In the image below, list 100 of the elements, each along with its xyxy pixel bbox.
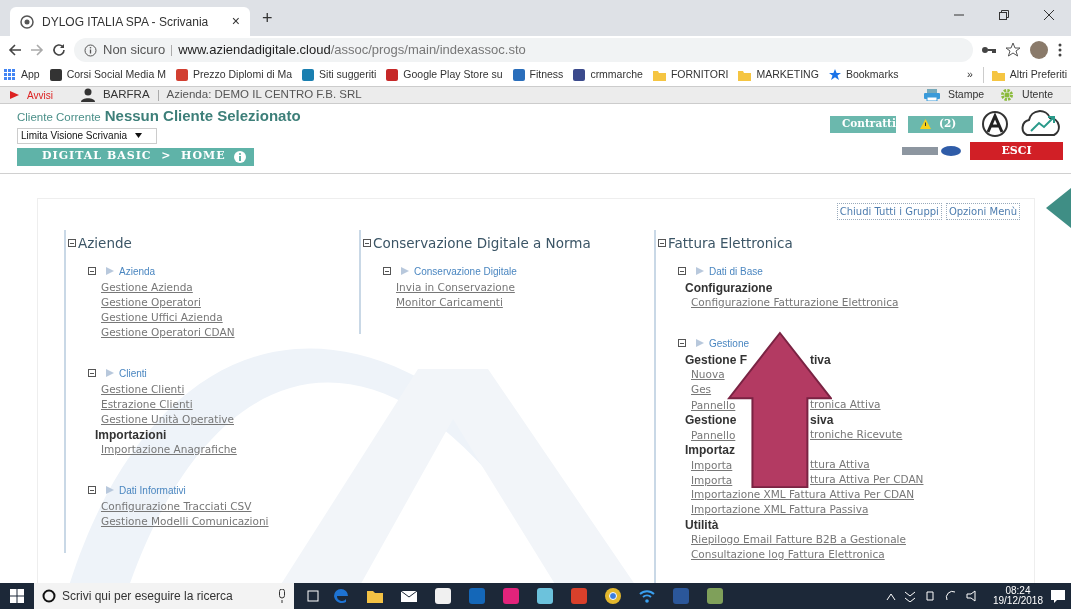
menu-link[interactable]: Configurazione Tracciati CSV [101, 498, 252, 515]
bookmark-item[interactable]: Bookmarks [828, 67, 899, 83]
group-title[interactable]: Conservazione Digitale a Norma [373, 232, 591, 254]
bookmark-item[interactable]: Siti suggeriti [302, 67, 377, 83]
menu-link[interactable]: Pannello [691, 398, 736, 411]
collapse-toggle-icon[interactable] [88, 267, 96, 275]
menu-heading: Gestione F [685, 352, 747, 367]
app-icon[interactable] [604, 587, 622, 605]
collapse-toggle-icon[interactable] [68, 239, 76, 247]
section-title[interactable]: Clienti [106, 365, 147, 381]
notification-icon[interactable] [1051, 589, 1065, 603]
menu-heading: Gestione [685, 412, 737, 427]
menu-link[interactable]: tronica Attiva [810, 396, 881, 413]
back-icon[interactable] [8, 43, 22, 57]
client-value: Nessun Cliente Selezionato [104, 106, 301, 126]
key-icon[interactable] [981, 44, 997, 56]
menu-link[interactable]: Importazione Anagrafiche [101, 441, 237, 458]
star-icon[interactable] [1005, 42, 1021, 58]
section-title[interactable]: Dati Informativi [106, 482, 186, 498]
clock-time[interactable]: 08:24 [1005, 585, 1031, 596]
menu-link[interactable]: Gestione Unità Operative [101, 411, 234, 428]
side-toggle-icon[interactable] [1046, 188, 1071, 228]
bookmark-item[interactable]: crmmarche [573, 67, 643, 83]
collapse-toggle-icon[interactable] [658, 239, 666, 247]
taskbar-search-field[interactable]: Scrivi qui per eseguire la ricerca [34, 583, 294, 609]
exit-button[interactable]: ESCI [970, 142, 1063, 160]
windows-start-icon[interactable] [10, 589, 24, 603]
menu-link[interactable]: Importa [691, 473, 733, 486]
menu-link[interactable]: Gestione Clienti [101, 381, 185, 398]
menu-link[interactable]: Monitor Caricamenti [396, 294, 503, 311]
bookmark-item[interactable]: Corsi Social Media M [49, 67, 166, 83]
bookmark-item[interactable]: FORNITORI [652, 67, 729, 83]
avatar-icon[interactable] [1029, 40, 1049, 60]
alerts-link[interactable]: Avvisi [27, 87, 53, 103]
menu-link[interactable]: Importazione XML Fattura Passiva [691, 501, 869, 518]
user-menu-link[interactable]: Utente [1022, 87, 1053, 103]
menu-link[interactable]: Riepilogo Email Fatture B2B a Gestionale [691, 531, 906, 548]
tab-close-button[interactable]: × [231, 11, 240, 32]
menu-link[interactable]: ttura Attiva Per CDAN [810, 471, 924, 488]
menu-link[interactable]: troniche Ricevute [810, 426, 903, 443]
menu-link[interactable]: Ges [691, 381, 712, 398]
bookmark-item[interactable]: Fitness [512, 67, 564, 83]
filter-dropdown[interactable]: Limita Visione Scrivania [17, 127, 157, 144]
menu-link[interactable]: Nuova [691, 366, 725, 383]
group-title[interactable]: Fattura Elettronica [668, 232, 793, 254]
print-link[interactable]: Stampe [947, 87, 985, 103]
collapse-toggle-icon[interactable] [383, 267, 391, 275]
warning-icon [920, 119, 931, 129]
wifi-icon[interactable] [638, 587, 656, 605]
section-title[interactable]: Azienda [106, 263, 156, 279]
section-title[interactable]: Conservazione Digitale [401, 263, 517, 279]
menu-link[interactable]: Pannello [691, 428, 736, 441]
bookmark-item[interactable]: App [4, 67, 40, 83]
menu-heading: Utilità [685, 516, 719, 534]
bookmark-item[interactable]: Google Play Store su [386, 67, 503, 83]
menu-link[interactable]: Importa [691, 458, 733, 471]
menu-link[interactable]: Gestione Azienda [101, 279, 193, 296]
menu-tool-link[interactable]: Opzioni Menù [945, 203, 1020, 220]
menu-heading: Importaz [685, 441, 735, 459]
menu-link[interactable]: Gestione Operatori [101, 294, 201, 311]
reload-icon[interactable] [52, 43, 66, 57]
collapse-toggle-icon[interactable] [88, 486, 96, 494]
menu-link[interactable]: Estrazione Clienti [101, 396, 193, 413]
microphone-icon[interactable] [278, 589, 286, 603]
section-title[interactable]: Dati di Base [696, 263, 763, 279]
menu-link[interactable]: Invia in Conservazione [396, 279, 515, 296]
user-icon [80, 88, 95, 102]
bookmark-item[interactable]: Altri Preferiti [982, 67, 1067, 83]
collapse-toggle-icon[interactable] [363, 239, 371, 247]
menu-tool-link[interactable]: Chiudi Tutti i Gruppi [836, 203, 942, 220]
collapse-toggle-icon[interactable] [88, 369, 96, 377]
search-icon[interactable] [42, 589, 56, 603]
menu-icon[interactable] [1057, 42, 1063, 58]
a-logo-icon[interactable] [981, 111, 1009, 137]
tab-title: DYLOG ITALIA SPA - Scrivania [42, 13, 210, 31]
menu-heading: Configurazione [685, 279, 773, 297]
browser-tab[interactable]: DYLOG ITALIA SPA - Scrivania × [10, 7, 250, 36]
bookmark-item[interactable]: MARKETING [738, 67, 819, 83]
menu-link[interactable]: Importazione XML Fattura Attiva Per CDAN [691, 486, 914, 503]
menu-link[interactable]: Configurazione Fatturazione Elettronica [691, 294, 899, 311]
company-logo-icon [902, 146, 962, 156]
new-tab-button[interactable]: + [262, 4, 273, 32]
printer-icon[interactable] [923, 89, 940, 101]
bookmark-item[interactable]: » [966, 67, 973, 83]
menu-link[interactable]: Consultazione log Fattura Elettronica [691, 546, 885, 563]
menu-link[interactable]: Gestione Uffici Azienda [101, 309, 223, 326]
address-bar[interactable]: Non sicuro www.aziendadigitale.cloud/assoc/progs/main/indexassoc.sto [74, 38, 973, 62]
clock-date[interactable]: 19/12/2018 [992, 596, 1043, 607]
collapse-toggle-icon[interactable] [678, 267, 686, 275]
bookmark-item[interactable]: Prezzo Diplomi di Ma [175, 67, 293, 83]
menu-link[interactable]: Gestione Operatori CDAN [101, 324, 235, 341]
app-icon[interactable] [434, 587, 452, 605]
section-title[interactable]: Gestione [696, 335, 750, 351]
menu-link[interactable]: ttura Attiva [810, 456, 870, 473]
task-view-icon[interactable] [306, 590, 320, 602]
menu-link[interactable]: Gestione Modelli Comunicazioni [101, 513, 269, 530]
caret-icon [135, 133, 142, 138]
group-title[interactable]: Aziende [78, 232, 132, 254]
app-icon[interactable] [536, 587, 554, 605]
collapse-toggle-icon[interactable] [678, 339, 686, 347]
